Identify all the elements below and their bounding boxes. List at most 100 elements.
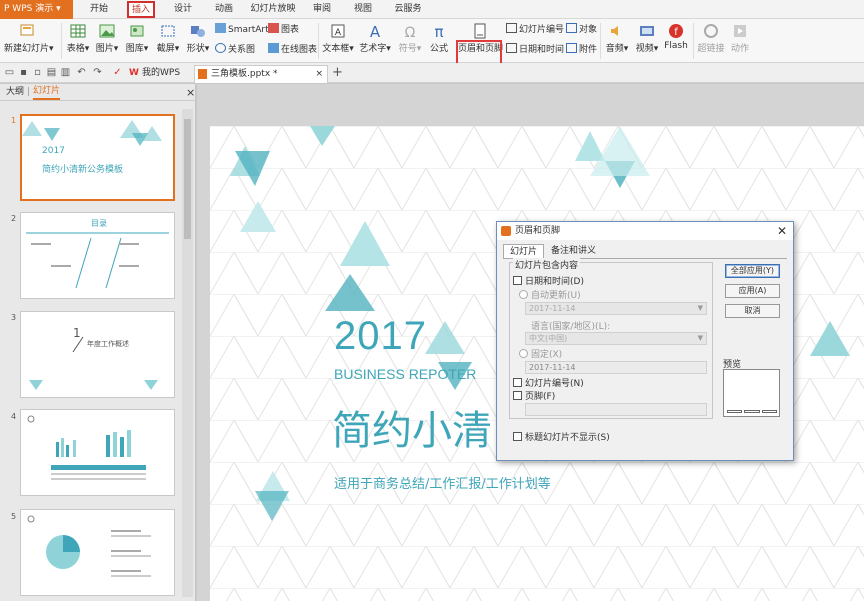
tab-start[interactable]: 开始 <box>86 0 112 19</box>
screenshot-icon <box>161 25 175 37</box>
footer-checkbox[interactable]: 页脚(F) <box>513 391 555 402</box>
slide-thumb-3[interactable]: 1 年度工作概述 <box>20 311 175 398</box>
symbol-button[interactable]: Ω 符号▾ <box>398 23 422 54</box>
cancel-button[interactable]: 取消 <box>725 304 780 318</box>
checkbox-box <box>513 378 522 387</box>
ribbon-separator <box>318 23 319 59</box>
picture-button[interactable]: 图片▾ <box>95 23 119 54</box>
shapes-button[interactable]: 形状▾ <box>185 23 211 54</box>
ribbon-separator <box>693 23 694 59</box>
dialog-close-icon[interactable]: ✕ <box>777 222 787 240</box>
footer-input[interactable] <box>525 403 707 416</box>
tab-my-wps[interactable]: W 我的WPS <box>126 65 190 83</box>
attachment-icon <box>566 43 577 53</box>
thumb-number: 2 <box>11 214 17 223</box>
print-icon[interactable]: ▤ <box>46 67 57 78</box>
shapes-icon <box>191 26 205 37</box>
slide-year[interactable]: 2017 <box>334 314 427 359</box>
textbox-button[interactable]: A 文本框▾ <box>322 23 354 54</box>
tab-document[interactable]: 三角模板.pptx * × <box>194 65 328 83</box>
slide-title[interactable]: 简约小清 <box>332 398 492 456</box>
omega-icon: Ω <box>405 25 416 39</box>
datetime-checkbox[interactable]: 日期和时间(D) <box>513 276 584 287</box>
tab-cloud[interactable]: 云服务 <box>392 0 424 19</box>
smartart-button[interactable]: SmartArt <box>215 23 269 37</box>
formula-button[interactable]: π 公式 <box>427 23 451 54</box>
auto-date-select[interactable]: 2017-11-14 ▼ <box>525 302 707 315</box>
scrollbar-thumb[interactable] <box>184 119 191 239</box>
undo-icon[interactable]: ↶ <box>76 67 87 78</box>
triangle-pattern <box>22 120 162 146</box>
wps-app-menu[interactable]: P WPS 演示 ▾ <box>0 0 73 19</box>
slide-number-checkbox[interactable]: 幻灯片编号(N) <box>513 378 584 389</box>
checkbox-box <box>513 391 522 400</box>
slide-thumb-1[interactable]: 2017 简约小清新公务模板 <box>20 114 175 201</box>
tab-notes-handouts[interactable]: 备注和讲义 <box>545 244 602 259</box>
fixed-date-input[interactable]: 2017-11-14 <box>525 361 707 374</box>
slide-thumb-5[interactable] <box>20 509 175 596</box>
tab-design[interactable]: 设计 <box>170 0 196 19</box>
new-tab-icon[interactable]: + <box>332 66 343 79</box>
wordart-button[interactable]: A 艺术字▾ <box>358 23 392 54</box>
tab-slides[interactable]: 幻灯片 <box>33 84 61 100</box>
pane-scrollbar[interactable] <box>182 109 193 597</box>
save-as-icon[interactable]: ▫ <box>32 67 43 78</box>
flash-icon: f <box>669 24 683 38</box>
ribbon-separator <box>61 23 62 59</box>
object-button[interactable]: 对象 <box>566 23 597 37</box>
relation-button[interactable]: 关系图 <box>215 43 255 57</box>
slide-thumb-2[interactable]: 目录 <box>20 212 175 299</box>
language-select[interactable]: 中文(中国) ▼ <box>525 332 707 345</box>
save-icon[interactable]: ▪ <box>18 67 29 78</box>
slide-number-button[interactable]: 幻灯片编号 <box>506 23 564 37</box>
action-button[interactable]: 动作 <box>728 23 752 54</box>
preview-box <box>723 369 780 417</box>
attachment-button[interactable]: 附件 <box>566 43 597 57</box>
radio-circle <box>519 349 528 358</box>
datetime-button[interactable]: 日期和时间 <box>506 43 564 57</box>
no-title-slide-checkbox[interactable]: 标题幻灯片不显示(S) <box>513 432 610 443</box>
header-footer-icon <box>474 23 486 39</box>
auto-update-radio[interactable]: 自动更新(U) <box>519 290 581 301</box>
video-button[interactable]: 视频▾ <box>634 23 660 54</box>
tab-outline[interactable]: 大纲 <box>6 84 24 101</box>
flash-button[interactable]: f Flash <box>664 23 688 51</box>
tab-review[interactable]: 审阅 <box>309 0 335 19</box>
tab-insert[interactable]: 插入 <box>127 1 155 18</box>
hyperlink-button[interactable]: 超链接 <box>697 23 725 54</box>
open-icon[interactable]: ▭ <box>4 67 15 78</box>
dialog-titlebar[interactable]: 页眉和页脚 ✕ <box>497 222 793 240</box>
export-pdf-icon[interactable]: ▥ <box>60 67 71 78</box>
close-tab-icon[interactable]: × <box>315 66 323 82</box>
checkbox-box <box>513 276 522 285</box>
apply-button[interactable]: 应用(A) <box>725 284 780 298</box>
gallery-icon <box>130 25 144 37</box>
table-button[interactable]: 表格▾ <box>66 23 90 54</box>
thumb-number: 1 <box>11 116 17 125</box>
tab-view[interactable]: 视图 <box>350 0 376 19</box>
apply-all-button[interactable]: 全部应用(Y) <box>725 264 780 278</box>
check-icon[interactable]: ✓ <box>112 67 123 78</box>
screenshot-button[interactable]: 截屏▾ <box>155 23 181 54</box>
tab-slide[interactable]: 幻灯片 <box>503 244 545 259</box>
picture-icon <box>99 24 115 38</box>
pptx-icon <box>198 69 207 79</box>
online-chart-button[interactable]: 在线图表 <box>268 43 317 57</box>
include-group-label: 幻灯片包含内容 <box>513 258 581 271</box>
new-slide-button[interactable]: 新建幻灯片▾ <box>4 23 54 54</box>
preview-footer-slot <box>727 410 742 413</box>
audio-button[interactable]: 音频▾ <box>604 23 630 54</box>
slide-tagline[interactable]: 适用于商务总结/工作汇报/工作计划等 <box>334 473 551 492</box>
tab-animation[interactable]: 动画 <box>211 0 237 19</box>
slide-subtitle[interactable]: BUSINESS REPOTER <box>334 366 476 382</box>
slide-thumb-4[interactable] <box>20 409 175 496</box>
pane-close-icon[interactable]: × <box>186 84 195 101</box>
tab-slideshow[interactable]: 幻灯片放映 <box>250 0 296 19</box>
gallery-button[interactable]: 图库▾ <box>124 23 150 54</box>
svg-text:Ω: Ω <box>405 25 416 39</box>
calendar-icon <box>506 43 517 53</box>
redo-icon[interactable]: ↷ <box>92 67 103 78</box>
chart-button[interactable]: 图表 <box>268 23 299 37</box>
preview-footer-slot <box>762 410 777 413</box>
fixed-date-radio[interactable]: 固定(X) <box>519 349 562 360</box>
